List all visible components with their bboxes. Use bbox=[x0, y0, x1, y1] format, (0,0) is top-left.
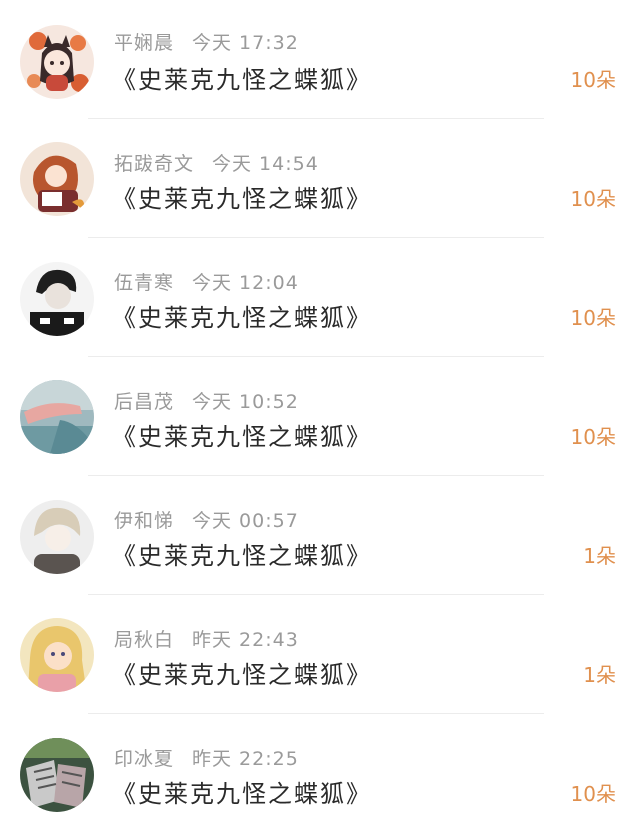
user-name[interactable]: 伊和悌 bbox=[114, 510, 174, 532]
avatar-hand-photo-icon[interactable] bbox=[20, 380, 94, 454]
gift-count: 10朵 bbox=[570, 782, 616, 806]
user-meta: 局秋白 昨天 22:43 bbox=[114, 625, 299, 652]
avatar-boy-portrait-icon[interactable] bbox=[20, 262, 94, 336]
gift-count: 1朵 bbox=[583, 544, 616, 568]
book-title[interactable]: 《史莱克九怪之蝶狐》 bbox=[112, 774, 372, 809]
book-title[interactable]: 《史莱克九怪之蝶狐》 bbox=[112, 298, 372, 333]
timestamp: 今天 00:57 bbox=[192, 510, 299, 532]
gift-count: 1朵 bbox=[583, 663, 616, 687]
gift-count: 10朵 bbox=[570, 187, 616, 211]
timestamp: 今天 10:52 bbox=[192, 391, 299, 413]
user-name[interactable]: 拓跋奇文 bbox=[114, 153, 194, 175]
user-name[interactable]: 局秋白 bbox=[114, 629, 174, 651]
list-item[interactable]: 印冰夏 昨天 22:25 《史莱克九怪之蝶狐》 10朵 bbox=[0, 714, 640, 832]
user-meta: 伊和悌 今天 00:57 bbox=[114, 506, 299, 533]
book-title[interactable]: 《史莱克九怪之蝶狐》 bbox=[112, 655, 372, 690]
list-item[interactable]: 后昌茂 今天 10:52 《史莱克九怪之蝶狐》 10朵 bbox=[0, 357, 640, 476]
gift-count: 10朵 bbox=[570, 425, 616, 449]
timestamp: 昨天 22:25 bbox=[192, 748, 299, 770]
avatar-blonde-child-icon[interactable] bbox=[20, 618, 94, 692]
list-item[interactable]: 伊和悌 今天 00:57 《史莱克九怪之蝶狐》 1朵 bbox=[0, 476, 640, 595]
list-item[interactable]: 拓跋奇文 今天 14:54 《史莱克九怪之蝶狐》 10朵 bbox=[0, 119, 640, 238]
timestamp: 今天 17:32 bbox=[192, 32, 299, 54]
user-meta: 伍青寒 今天 12:04 bbox=[114, 268, 299, 295]
avatar-sneakers-icon[interactable] bbox=[20, 738, 94, 812]
avatar-pale-boy-icon[interactable] bbox=[20, 500, 94, 574]
user-name[interactable]: 伍青寒 bbox=[114, 272, 174, 294]
timestamp: 今天 12:04 bbox=[192, 272, 299, 294]
book-title[interactable]: 《史莱克九怪之蝶狐》 bbox=[112, 179, 372, 214]
user-meta: 拓跋奇文 今天 14:54 bbox=[114, 149, 319, 176]
gift-count: 10朵 bbox=[570, 68, 616, 92]
avatar-reading-girl-icon[interactable] bbox=[20, 142, 94, 216]
gift-record-list: 平娴晨 今天 17:32 《史莱克九怪之蝶狐》 10朵 拓跋奇文 今天 14:54 … bbox=[0, 0, 640, 832]
user-meta: 后昌茂 今天 10:52 bbox=[114, 387, 299, 414]
gift-count: 10朵 bbox=[570, 306, 616, 330]
user-name[interactable]: 平娴晨 bbox=[114, 32, 174, 54]
user-meta: 平娴晨 今天 17:32 bbox=[114, 28, 299, 55]
timestamp: 昨天 22:43 bbox=[192, 629, 299, 651]
book-title[interactable]: 《史莱克九怪之蝶狐》 bbox=[112, 60, 372, 95]
avatar-fox-girl-icon[interactable] bbox=[20, 25, 94, 99]
timestamp: 今天 14:54 bbox=[212, 153, 319, 175]
user-meta: 印冰夏 昨天 22:25 bbox=[114, 744, 299, 771]
list-item[interactable]: 局秋白 昨天 22:43 《史莱克九怪之蝶狐》 1朵 bbox=[0, 595, 640, 714]
book-title[interactable]: 《史莱克九怪之蝶狐》 bbox=[112, 536, 372, 571]
user-name[interactable]: 后昌茂 bbox=[114, 391, 174, 413]
list-item[interactable]: 平娴晨 今天 17:32 《史莱克九怪之蝶狐》 10朵 bbox=[0, 0, 640, 119]
list-item[interactable]: 伍青寒 今天 12:04 《史莱克九怪之蝶狐》 10朵 bbox=[0, 238, 640, 357]
user-name[interactable]: 印冰夏 bbox=[114, 748, 174, 770]
book-title[interactable]: 《史莱克九怪之蝶狐》 bbox=[112, 417, 372, 452]
